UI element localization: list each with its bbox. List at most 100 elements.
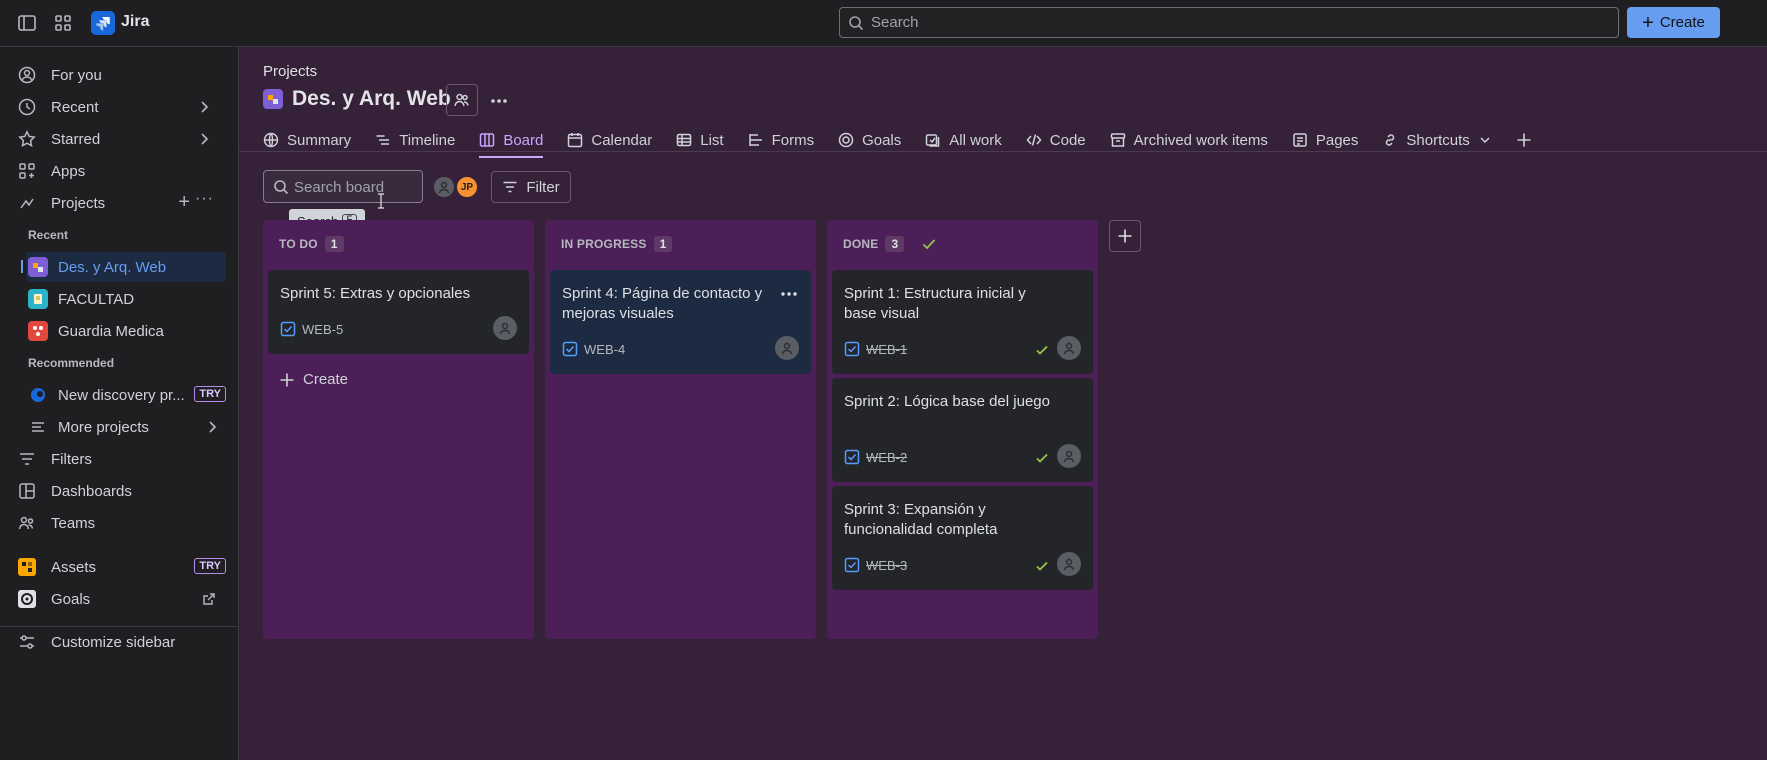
sidebar-item-label: Customize sidebar <box>51 633 176 651</box>
external-link-icon[interactable] <box>202 592 216 606</box>
sidebar-item-recent[interactable]: Recent <box>8 92 226 122</box>
tab-label: Forms <box>771 131 815 149</box>
global-search-input[interactable]: Search <box>839 7 1619 38</box>
breadcrumb[interactable]: Projects <box>263 63 317 80</box>
sidebar-project-des-arq-web[interactable]: Des. y Arq. Web <box>26 252 226 282</box>
board-column-in-progress: IN PROGRESS 1 Sprint 4: Página de contac… <box>545 220 816 639</box>
column-count: 3 <box>885 236 905 252</box>
column-header: TO DO 1 <box>279 236 344 252</box>
issue-card[interactable]: Sprint 5: Extras y opcionales WEB-5 <box>268 270 529 354</box>
list-icon <box>28 417 48 437</box>
check-icon <box>921 236 937 252</box>
sidebar-item-for-you[interactable]: For you <box>8 60 226 90</box>
page-icon <box>1292 132 1308 148</box>
sidebar-item-projects[interactable]: Projects + ··· <box>8 188 226 218</box>
sidebar-toggle-icon[interactable] <box>16 12 38 34</box>
card-title: Sprint 5: Extras y opcionales <box>280 285 471 302</box>
calendar-icon <box>567 132 583 148</box>
column-count: 1 <box>324 236 344 252</box>
more-actions-icon[interactable] <box>489 91 509 111</box>
issue-card[interactable]: Sprint 1: Estructura inicial y base visu… <box>832 270 1093 374</box>
project-avatar-icon <box>28 257 48 277</box>
assignee-avatar[interactable] <box>775 336 799 360</box>
board-search-field[interactable] <box>294 177 414 197</box>
board-search-input[interactable] <box>263 170 423 203</box>
task-checkbox-icon <box>844 341 860 357</box>
tab-label: Calendar <box>591 131 653 149</box>
assignee-avatar[interactable] <box>1057 444 1081 468</box>
avatar-unassigned[interactable] <box>432 175 456 199</box>
globe-icon <box>263 132 279 148</box>
issue-card[interactable]: Sprint 3: Expansión y funcionalidad comp… <box>832 486 1093 590</box>
app-switcher-icon[interactable] <box>52 12 74 34</box>
assignee-avatar[interactable] <box>1057 336 1081 360</box>
search-icon <box>848 15 864 31</box>
chevron-right-icon[interactable] <box>196 131 212 147</box>
filter-button[interactable]: Filter <box>491 171 571 203</box>
sidebar: For you Recent Starred Apps Projects + ·… <box>0 47 239 760</box>
card-key: WEB-1 <box>844 341 907 357</box>
assignee-avatar[interactable] <box>493 316 517 340</box>
avatar-user[interactable]: JP <box>455 175 479 199</box>
create-label: Create <box>303 371 349 388</box>
column-header: DONE 3 <box>843 236 937 252</box>
add-column-button[interactable] <box>1109 220 1141 252</box>
sidebar-item-goals[interactable]: Goals <box>8 584 226 614</box>
sidebar-item-apps[interactable]: Apps <box>8 156 226 186</box>
sidebar-item-customize[interactable]: Customize sidebar <box>8 627 226 657</box>
sidebar-item-starred[interactable]: Starred <box>8 124 226 154</box>
assignee-avatar[interactable] <box>1057 552 1081 576</box>
tab-label: Pages <box>1315 131 1359 149</box>
dashboard-icon <box>18 482 36 500</box>
task-checkbox-icon <box>844 557 860 573</box>
sidebar-project-label: FACULTAD <box>58 290 135 308</box>
tab-label: Summary <box>287 131 352 149</box>
card-key: WEB-4 <box>562 341 625 357</box>
filter-button-label: Filter <box>526 178 560 196</box>
chevron-right-icon[interactable] <box>204 419 220 435</box>
sidebar-item-filters[interactable]: Filters <box>8 444 226 474</box>
active-indicator <box>21 260 23 273</box>
try-badge: TRY <box>194 558 226 574</box>
sidebar-section-recent: Recent <box>28 228 69 242</box>
more-options-icon[interactable]: ··· <box>195 190 214 208</box>
tab-label: List <box>700 131 724 149</box>
plus-icon: + <box>1642 11 1654 34</box>
app-name[interactable]: Jira <box>121 13 149 31</box>
more-options-icon[interactable] <box>779 286 799 302</box>
sidebar-item-assets[interactable]: Assets TRY <box>8 552 226 582</box>
card-title: Sprint 1: Estructura inicial y base visu… <box>844 285 1026 322</box>
create-button[interactable]: + Create <box>1627 7 1720 38</box>
issue-card[interactable]: Sprint 2: Lógica base del juego WEB-2 <box>832 378 1093 482</box>
sidebar-item-dashboards[interactable]: Dashboards <box>8 476 226 506</box>
user-circle-icon <box>18 66 36 84</box>
sidebar-section-recommended: Recommended <box>28 356 115 370</box>
sidebar-item-teams[interactable]: Teams <box>8 508 226 538</box>
chevron-right-icon[interactable] <box>196 99 212 115</box>
sidebar-project-guardia-medica[interactable]: Guardia Medica <box>26 316 226 346</box>
discovery-icon <box>28 385 48 405</box>
sidebar-item-more-projects[interactable]: More projects <box>26 412 226 442</box>
card-key: WEB-2 <box>844 449 907 465</box>
settings-sliders-icon <box>18 633 36 651</box>
sidebar-item-label: New discovery pr... <box>58 386 185 404</box>
sidebar-item-label: Recent <box>51 98 99 116</box>
column-header: IN PROGRESS 1 <box>561 236 673 252</box>
team-button[interactable] <box>446 84 478 116</box>
issue-key: WEB-2 <box>866 449 908 465</box>
jira-logo-icon[interactable] <box>91 11 115 35</box>
card-title: Sprint 2: Lógica base del juego <box>844 393 1050 410</box>
create-issue-button[interactable]: Create <box>279 371 348 388</box>
plus-icon <box>1117 228 1133 244</box>
chevron-down-icon[interactable] <box>1478 133 1492 147</box>
sidebar-item-label: Projects <box>51 194 106 212</box>
sidebar-project-facultad[interactable]: FACULTAD <box>26 284 226 314</box>
timeline-icon <box>375 132 391 148</box>
issue-card[interactable]: Sprint 4: Página de contacto y mejoras v… <box>550 270 811 374</box>
sidebar-item-label: More projects <box>58 418 149 436</box>
project-avatar-icon <box>28 289 48 309</box>
sidebar-item-new-discovery[interactable]: New discovery pr... TRY <box>26 380 226 410</box>
tabs-divider <box>239 151 1767 152</box>
plus-icon[interactable]: + <box>178 191 190 214</box>
main-content: Projects Des. y Arq. Web Summary Timelin… <box>239 47 1767 760</box>
